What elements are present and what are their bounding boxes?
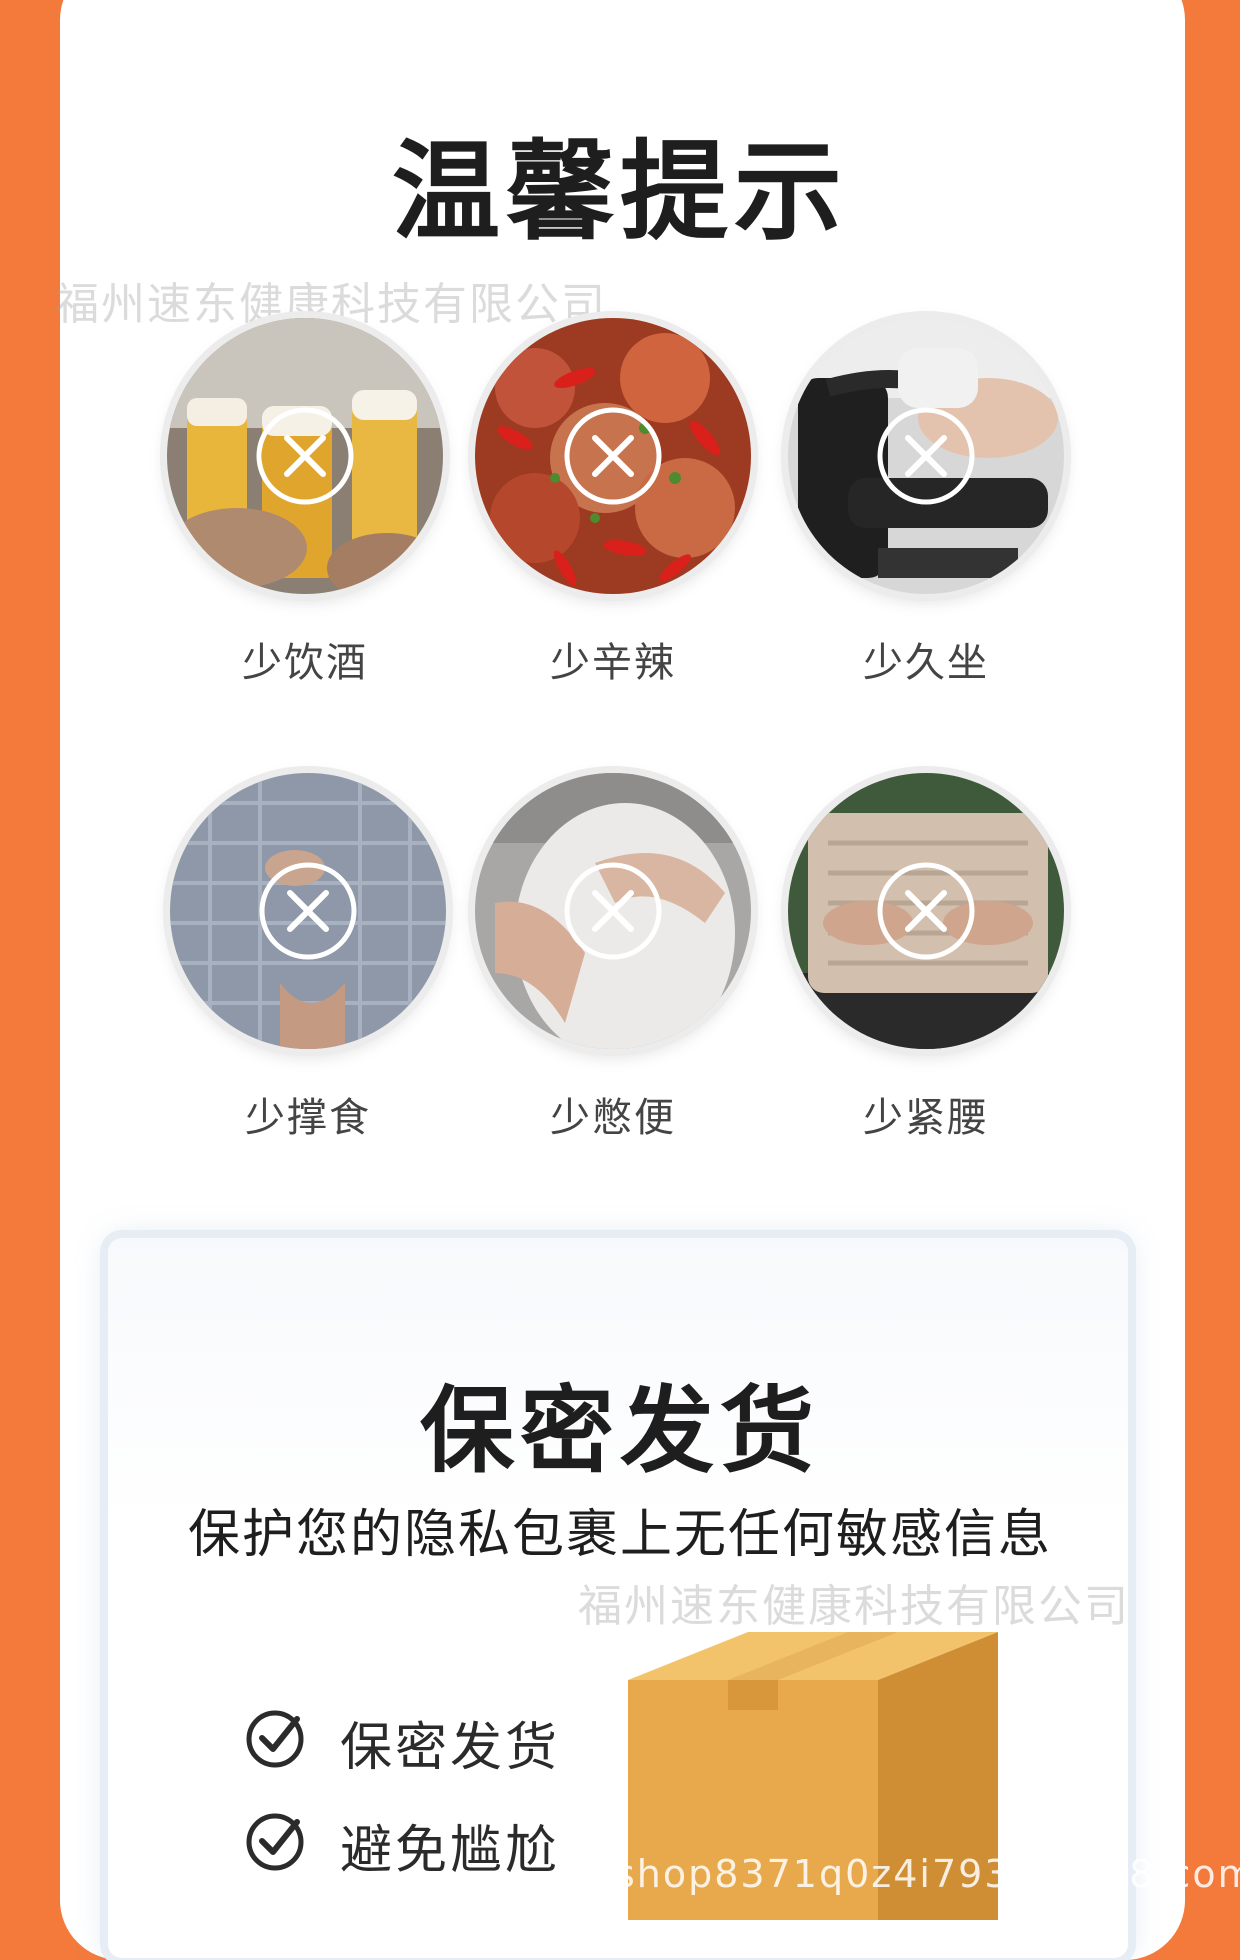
tip-label: 少撑食: [245, 1095, 371, 1141]
feature-label: 保密发货: [340, 1718, 561, 1778]
tip-less-tight-waist: 少紧腰: [776, 773, 1076, 1153]
tip-label: 少紧腰: [863, 1095, 989, 1141]
tip-label: 少辛辣: [550, 640, 676, 686]
check-circle-icon: [246, 1813, 304, 1871]
privacy-subtitle: 保护您的隐私包裹上无任何敏感信息: [187, 1505, 1052, 1565]
tip-label: 少憋便: [550, 1095, 676, 1141]
tip-label: 少饮酒: [242, 640, 368, 686]
check-circle-icon: [246, 1710, 304, 1768]
x-circle-icon: [564, 407, 662, 505]
x-circle-icon: [256, 407, 354, 505]
watermark-company-bottom: 福州速东健康科技有限公司: [578, 1581, 1130, 1632]
page-title: 温馨提示: [391, 130, 848, 255]
feature-label: 避免尴尬: [340, 1821, 561, 1881]
tip-label: 少久坐: [863, 640, 989, 686]
tip-less-holding: 少憋便: [463, 773, 763, 1153]
tip-less-overeating: 少撑食: [158, 773, 458, 1153]
tip-less-sitting: 少久坐: [776, 318, 1076, 698]
privacy-title: 保密发货: [419, 1377, 820, 1486]
x-circle-icon: [564, 862, 662, 960]
tip-less-spicy: 少辛辣: [463, 318, 763, 698]
watermark-shop-url: shop8371q0z4i7936.1688.com: [615, 1852, 1240, 1896]
x-circle-icon: [877, 407, 975, 505]
x-circle-icon: [259, 862, 357, 960]
tip-less-drinking: 少饮酒: [155, 318, 455, 698]
x-circle-icon: [877, 862, 975, 960]
